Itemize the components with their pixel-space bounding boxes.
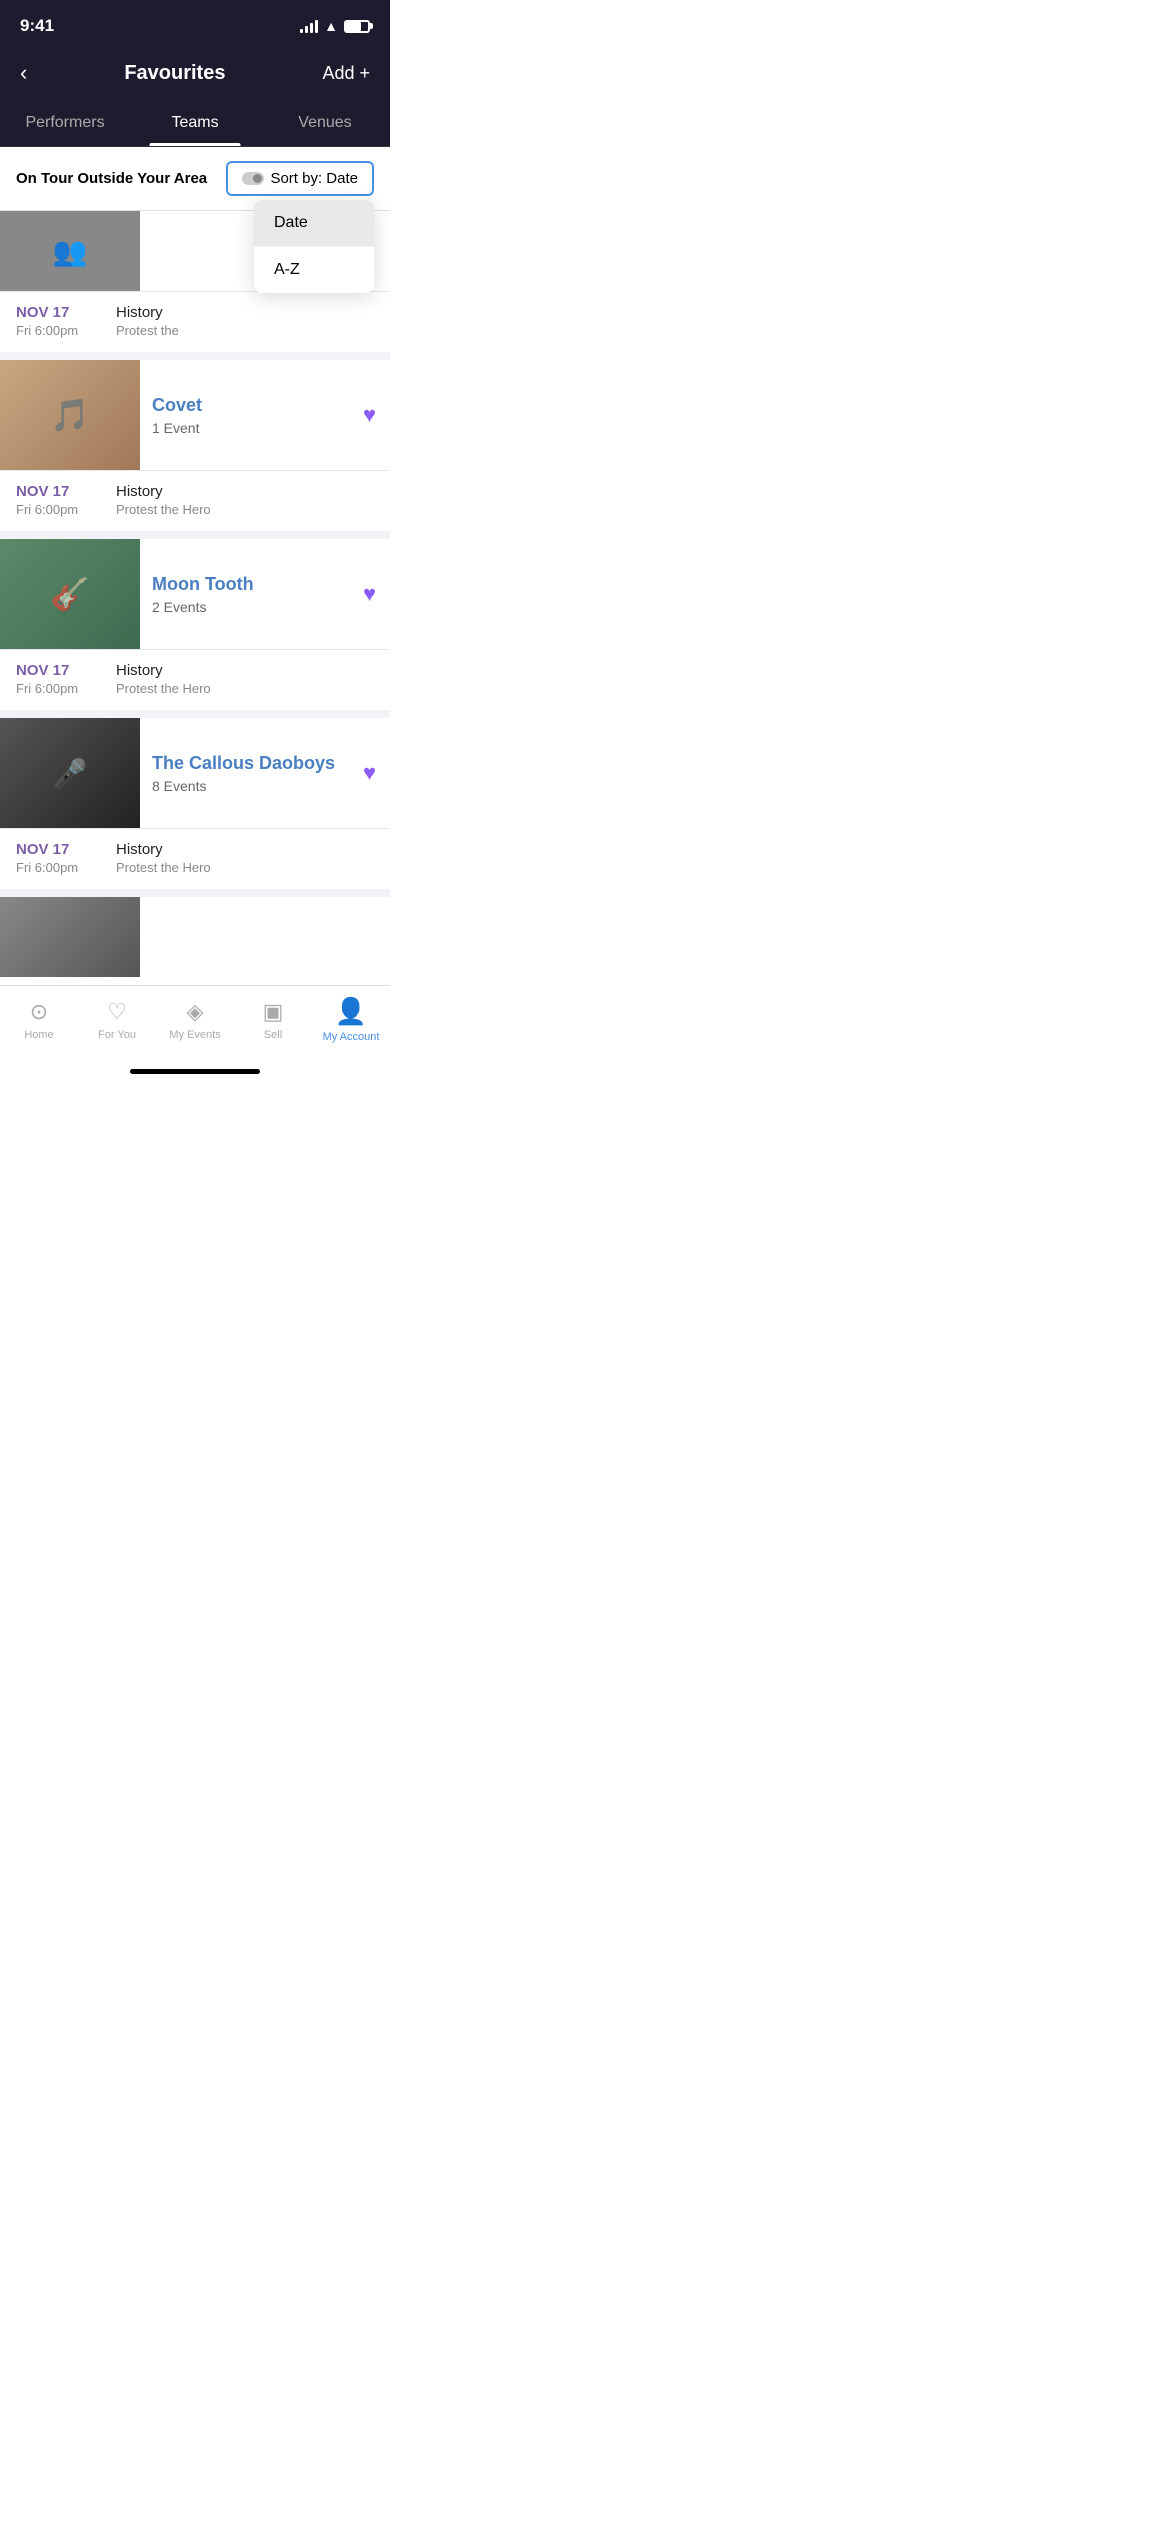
performer-card-partial-bottom[interactable]: [0, 897, 390, 977]
performer-events-callous: 8 Events: [152, 778, 337, 794]
signal-icon: [300, 19, 318, 33]
performer-image-partial-bottom: [0, 897, 140, 977]
performer-image-moon-tooth: 🎸: [0, 539, 140, 649]
add-button[interactable]: Add +: [322, 63, 370, 84]
sort-bar: On Tour Outside Your Area Sort by: Date …: [0, 147, 390, 211]
nav-item-for-you[interactable]: ♡ For You: [78, 999, 156, 1041]
venue-name-callous: History: [116, 841, 374, 858]
event-date-main-moon-tooth: NOV 17: [16, 662, 96, 679]
tabs-bar: Performers Teams Venues: [0, 102, 390, 147]
venue-sub-callous: Protest the Hero: [116, 860, 374, 875]
performer-info-callous: The Callous Daoboys 8 Events: [140, 737, 349, 810]
event-row-covet: NOV 17 Fri 6:00pm History Protest the He…: [0, 470, 390, 531]
sort-dropdown: Date A-Z: [254, 200, 374, 293]
event-date-main-covet: NOV 17: [16, 483, 96, 500]
nav-label-my-events: My Events: [169, 1029, 220, 1041]
event-date-sub-covet: Fri 6:00pm: [16, 502, 96, 517]
favorite-button-callous[interactable]: ♥: [349, 744, 390, 802]
tab-teams[interactable]: Teams: [130, 102, 260, 146]
nav-label-for-you: For You: [98, 1029, 136, 1041]
performer-header-moon-tooth: 🎸 Moon Tooth 2 Events ♥: [0, 539, 390, 649]
content-area: On Tour Outside Your Area Sort by: Date …: [0, 147, 390, 977]
performer-header-callous: 🎤 The Callous Daoboys 8 Events ♥: [0, 718, 390, 828]
performer-image-callous: 🎤: [0, 718, 140, 828]
home-indicator: [0, 1063, 390, 1082]
performer-name-covet: Covet: [152, 395, 337, 416]
nav-label-home: Home: [24, 1029, 53, 1041]
header: ‹ Favourites Add +: [0, 48, 390, 102]
favorite-button-moon-tooth[interactable]: ♥: [349, 565, 390, 623]
performer-name-moon-tooth: Moon Tooth: [152, 574, 337, 595]
event-date-callous: NOV 17 Fri 6:00pm: [16, 841, 96, 875]
home-bar: [130, 1069, 260, 1074]
performer-info-covet: Covet 1 Event: [140, 379, 349, 452]
tab-venues[interactable]: Venues: [260, 102, 390, 146]
event-date-main-callous: NOV 17: [16, 841, 96, 858]
performer-header-partial-bottom: [0, 897, 390, 977]
venue-sub-covet: Protest the Hero: [116, 502, 374, 517]
event-row-partial-top: NOV 17 Fri 6:00pm History Protest the: [0, 291, 390, 352]
performer-events-covet: 1 Event: [152, 420, 337, 436]
status-time: 9:41: [20, 16, 54, 36]
bottom-nav: ⊙ Home ♡ For You ◈ My Events ▣ Sell 👤 My…: [0, 985, 390, 1063]
performer-name-callous: The Callous Daoboys: [152, 753, 337, 774]
event-venue-partial: History Protest the: [116, 304, 374, 338]
sort-button-label: Sort by: Date: [270, 170, 358, 187]
performer-image-partial: 👥: [0, 211, 140, 291]
section-label: On Tour Outside Your Area: [16, 170, 207, 187]
my-account-icon: 👤: [335, 996, 367, 1027]
performer-info-moon-tooth: Moon Tooth 2 Events: [140, 558, 349, 631]
event-row-callous: NOV 17 Fri 6:00pm History Protest the He…: [0, 828, 390, 889]
page-title: Favourites: [124, 62, 225, 85]
tab-performers[interactable]: Performers: [0, 102, 130, 146]
sort-toggle: [242, 172, 264, 185]
event-venue-moon-tooth: History Protest the Hero: [116, 662, 374, 696]
performer-card-callous-daoboys[interactable]: 🎤 The Callous Daoboys 8 Events ♥ NOV 17 …: [0, 718, 390, 889]
nav-label-sell: Sell: [264, 1029, 282, 1041]
my-events-icon: ◈: [187, 999, 204, 1025]
back-button[interactable]: ‹: [20, 60, 27, 86]
home-icon: ⊙: [30, 999, 48, 1025]
nav-item-home[interactable]: ⊙ Home: [0, 999, 78, 1041]
nav-item-my-account[interactable]: 👤 My Account: [312, 996, 390, 1043]
performer-card-covet[interactable]: 🎵 Covet 1 Event ♥ NOV 17 Fri 6:00pm Hist…: [0, 360, 390, 531]
sort-option-az[interactable]: A-Z: [254, 247, 374, 293]
venue-name-moon-tooth: History: [116, 662, 374, 679]
performer-info-partial-bottom: [140, 919, 390, 955]
event-date-sub-moon-tooth: Fri 6:00pm: [16, 681, 96, 696]
wifi-icon: ▲: [324, 18, 338, 34]
status-bar: 9:41 ▲: [0, 0, 390, 48]
event-venue-callous: History Protest the Hero: [116, 841, 374, 875]
sort-option-date[interactable]: Date: [254, 200, 374, 247]
performer-card-moon-tooth[interactable]: 🎸 Moon Tooth 2 Events ♥ NOV 17 Fri 6:00p…: [0, 539, 390, 710]
event-row-moon-tooth: NOV 17 Fri 6:00pm History Protest the He…: [0, 649, 390, 710]
status-icons: ▲: [300, 18, 370, 34]
battery-icon: [344, 20, 370, 33]
performer-image-covet: 🎵: [0, 360, 140, 470]
event-date-partial: NOV 17 Fri 6:00pm: [16, 304, 96, 338]
event-date-sub-callous: Fri 6:00pm: [16, 860, 96, 875]
venue-sub-moon-tooth: Protest the Hero: [116, 681, 374, 696]
nav-item-sell[interactable]: ▣ Sell: [234, 999, 312, 1041]
performer-header-covet: 🎵 Covet 1 Event ♥: [0, 360, 390, 470]
nav-item-my-events[interactable]: ◈ My Events: [156, 999, 234, 1041]
sell-icon: ▣: [263, 999, 284, 1025]
performer-events-moon-tooth: 2 Events: [152, 599, 337, 615]
for-you-icon: ♡: [107, 999, 127, 1025]
event-date-covet: NOV 17 Fri 6:00pm: [16, 483, 96, 517]
performers-list: 🎵 Covet 1 Event ♥ NOV 17 Fri 6:00pm Hist…: [0, 360, 390, 977]
nav-label-my-account: My Account: [323, 1031, 380, 1043]
venue-name-covet: History: [116, 483, 374, 500]
sort-button[interactable]: Sort by: Date: [226, 161, 374, 196]
favorite-button-covet[interactable]: ♥: [349, 386, 390, 444]
event-venue-covet: History Protest the Hero: [116, 483, 374, 517]
event-date-moon-tooth: NOV 17 Fri 6:00pm: [16, 662, 96, 696]
